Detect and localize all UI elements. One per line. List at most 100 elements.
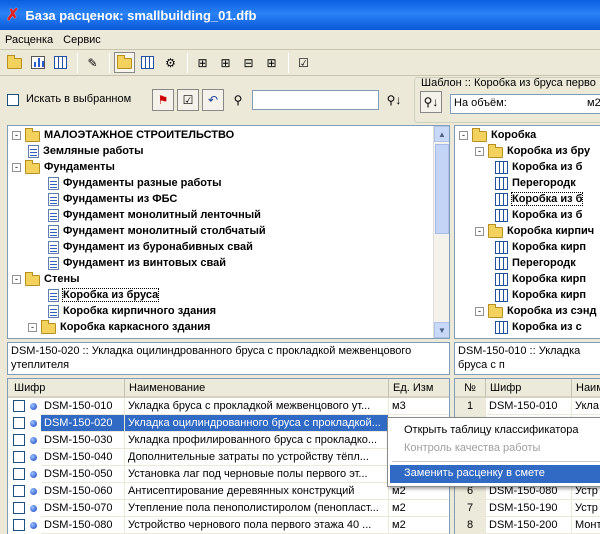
- left-tree[interactable]: ▲ ▼ - МАЛОЭТАЖНОЕ СТРОИТЕЛЬСТВО Земляные р…: [7, 125, 450, 339]
- table-icon[interactable]: [137, 52, 158, 73]
- row-name: Укладка профилированного бруса с проклад…: [125, 432, 389, 449]
- collapse-icon[interactable]: -: [12, 274, 21, 284]
- row-number: 7: [455, 500, 486, 517]
- row-code: DSM-150-190: [486, 500, 572, 517]
- open-folder-icon[interactable]: [4, 52, 25, 73]
- tree-item[interactable]: Коробка кирп: [495, 287, 586, 303]
- column-header-code[interactable]: Шифр: [486, 379, 572, 398]
- table-row[interactable]: 8 DSM-150-200 Монт: [455, 517, 600, 534]
- table-row[interactable]: DSM-150-070 Утепление пола пенополистирол…: [8, 500, 449, 517]
- binoculars-icon[interactable]: ⚲: [227, 89, 249, 111]
- tree-item[interactable]: Фундаменты разные работы: [48, 175, 222, 191]
- tree-item[interactable]: Коробка из с: [495, 319, 582, 335]
- layout1-icon[interactable]: ⊞: [192, 52, 213, 73]
- layout2-icon[interactable]: ⊞: [215, 52, 236, 73]
- layout4-icon[interactable]: ⊞: [261, 52, 282, 73]
- volume-field[interactable]: На объём: м2: [450, 94, 600, 114]
- eraser-icon[interactable]: ✎: [82, 52, 103, 73]
- tree-item[interactable]: - Коробка из сэнд: [475, 303, 596, 319]
- menu-servis[interactable]: Сервис: [58, 34, 106, 46]
- tree-item[interactable]: Земляные работы: [28, 143, 143, 159]
- grid-icon[interactable]: [50, 52, 71, 73]
- tree-item-label: Земляные работы: [43, 145, 144, 157]
- collapse-icon[interactable]: -: [475, 146, 484, 156]
- tree-item[interactable]: Фундамент из винтовых свай: [48, 255, 226, 271]
- title-bar[interactable]: ✗ База расценок: smallbuilding_01.dfb: [0, 0, 600, 30]
- checklist-icon[interactable]: ☑: [293, 52, 314, 73]
- tree-item[interactable]: Фундамент монолитный ленточный: [48, 207, 261, 223]
- table-row[interactable]: DSM-150-010 Укладка бруса с прокладкой ме…: [8, 398, 449, 415]
- tree-item[interactable]: Фундамент из буронабивных свай: [48, 239, 253, 255]
- row-checkbox[interactable]: [13, 468, 25, 480]
- scroll-down-icon[interactable]: ▼: [434, 322, 449, 338]
- tree-item[interactable]: Перегородк: [495, 255, 576, 271]
- table-row[interactable]: 1 DSM-150-010 Укла: [455, 398, 600, 415]
- search-selected-checkbox[interactable]: [7, 94, 19, 106]
- tree-item[interactable]: - Коробка кирпич: [475, 223, 594, 239]
- collapse-icon[interactable]: -: [459, 130, 468, 140]
- column-header-unit[interactable]: Ед. Изм: [389, 379, 449, 398]
- table-row[interactable]: DSM-150-020 Укладка оцилиндрованного брус…: [8, 415, 449, 432]
- folder-icon[interactable]: [114, 52, 135, 73]
- undo-icon[interactable]: ↶: [202, 89, 224, 111]
- layout3-icon[interactable]: ⊟: [238, 52, 259, 73]
- tree-item[interactable]: Коробка кирп: [495, 239, 586, 255]
- tree-item[interactable]: Коробка кирп: [495, 271, 586, 287]
- tree-item[interactable]: Фундамент монолитный столбчатый: [48, 223, 266, 239]
- table-row[interactable]: DSM-150-030 Укладка профилированного брус…: [8, 432, 449, 449]
- column-header-code[interactable]: Шифр: [8, 379, 125, 398]
- scroll-up-icon[interactable]: ▲: [434, 126, 449, 142]
- tree-item[interactable]: Коробка из б: [495, 191, 584, 207]
- row-checkbox[interactable]: [13, 417, 25, 429]
- row-checkbox[interactable]: [13, 451, 25, 463]
- left-tree-scrollbar[interactable]: ▲ ▼: [433, 126, 449, 338]
- row-name: Устройство чернового пола первого этажа …: [125, 517, 389, 534]
- left-table[interactable]: Шифр Наименование Ед. Изм DSM-150-010 Укладк…: [7, 378, 450, 534]
- collapse-icon[interactable]: -: [475, 306, 484, 316]
- row-code: DSM-150-070: [41, 500, 125, 517]
- tree-item[interactable]: - МАЛОЭТАЖНОЕ СТРОИТЕЛЬСТВО: [12, 127, 234, 143]
- tree-item[interactable]: Коробка из бруса: [48, 287, 160, 303]
- tree-item[interactable]: Коробка из б: [495, 207, 582, 223]
- template-label: Шаблон :: Коробка из бруса перво: [421, 77, 596, 89]
- tree-item[interactable]: - Коробка: [459, 127, 536, 143]
- check-icon[interactable]: ☑: [177, 89, 199, 111]
- tree-item[interactable]: Коробка кирпичного здания: [48, 303, 216, 319]
- tree-item[interactable]: Фундаменты из ФБС: [48, 191, 177, 207]
- row-name: Монт: [572, 517, 600, 534]
- row-checkbox[interactable]: [13, 485, 25, 497]
- column-header-name[interactable]: Наименование: [125, 379, 389, 398]
- menu-open-classifier[interactable]: Открыть таблицу классификатора: [390, 422, 600, 440]
- column-header-number[interactable]: №: [455, 379, 486, 398]
- menu-replace-rate[interactable]: Заменить расценку в смете: [390, 465, 600, 483]
- row-checkbox[interactable]: [13, 519, 25, 531]
- table-row[interactable]: 7 DSM-150-190 Устр: [455, 500, 600, 517]
- collapse-icon[interactable]: -: [12, 162, 21, 172]
- row-checkbox[interactable]: [13, 502, 25, 514]
- menu-rascenka[interactable]: Расценка: [0, 34, 58, 46]
- column-header-name[interactable]: Наим: [572, 379, 600, 398]
- collapse-icon[interactable]: -: [28, 322, 37, 332]
- tree-item[interactable]: Коробка из б: [495, 159, 582, 175]
- tree-item[interactable]: - Коробка из бру: [475, 143, 590, 159]
- tree-item-label: Коробка из б: [510, 192, 584, 206]
- flag-icon[interactable]: ⚑: [152, 89, 174, 111]
- table-row[interactable]: DSM-150-040 Дополнительные затраты по уст…: [8, 449, 449, 466]
- collapse-icon[interactable]: -: [12, 130, 21, 140]
- right-tree[interactable]: - Коробка - Коробка из бру Коробка из б Перег…: [454, 125, 600, 339]
- table-row[interactable]: DSM-150-060 Антисептирование деревянных к…: [8, 483, 449, 500]
- tree-item[interactable]: - Фундаменты: [12, 159, 115, 175]
- chart-icon[interactable]: [27, 52, 48, 73]
- row-checkbox[interactable]: [13, 400, 25, 412]
- tree-item[interactable]: - Стены: [12, 271, 80, 287]
- tree-item[interactable]: Перегородк: [495, 175, 576, 191]
- table-icon: [495, 160, 508, 174]
- row-checkbox[interactable]: [13, 434, 25, 446]
- table-row[interactable]: DSM-150-080 Устройство чернового пола пер…: [8, 517, 449, 534]
- find-down-icon[interactable]: ⚲↓: [383, 89, 405, 111]
- search-input[interactable]: [252, 90, 379, 110]
- collapse-icon[interactable]: -: [475, 226, 484, 236]
- table-row[interactable]: DSM-150-050 Установка лаг под черновые по…: [8, 466, 449, 483]
- network-icon[interactable]: ⚙: [160, 52, 181, 73]
- tree-item[interactable]: - Коробка каркасного здания: [28, 319, 210, 335]
